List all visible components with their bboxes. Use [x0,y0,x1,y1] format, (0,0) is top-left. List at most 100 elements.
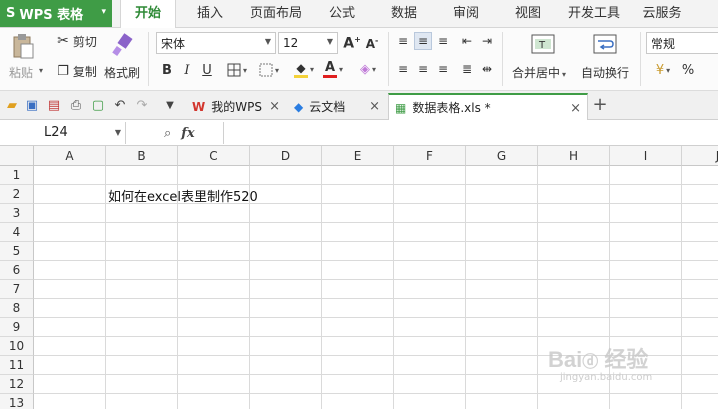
row-header[interactable]: 12 [0,375,34,394]
row-header[interactable]: 2 [0,185,34,204]
merge-center-icon-button[interactable]: T [530,32,556,56]
align-top-button[interactable]: ≡ [394,32,412,50]
print-preview-icon[interactable]: ▢ [90,97,106,113]
row-header[interactable]: 6 [0,261,34,280]
save-icon[interactable]: ▣ [24,97,40,113]
decrease-indent-button[interactable]: ⇤ [458,32,476,50]
column-header[interactable]: G [466,146,538,166]
underline-button[interactable]: U [198,60,216,80]
divider [148,32,149,86]
tab-label: 我的WPS [211,100,262,114]
undo-icon[interactable]: ↶ [112,97,128,113]
paste-button[interactable] [8,32,38,60]
menu-formula[interactable]: 公式 [320,0,364,28]
row-header[interactable]: 10 [0,337,34,356]
row-header[interactable]: 13 [0,394,34,409]
menu-page-layout[interactable]: 页面布局 [244,0,308,28]
tab-my-wps[interactable]: W 我的WPS × [186,93,286,120]
menu-cloud[interactable]: 云服务 [636,0,688,28]
row-header[interactable]: 1 [0,166,34,185]
menu-data[interactable]: 数据 [382,0,426,28]
column-header[interactable]: E [322,146,394,166]
align-bottom-button[interactable]: ≡ [434,32,452,50]
row-header[interactable]: 5 [0,242,34,261]
row-header[interactable]: 9 [0,318,34,337]
wrap-text-icon-button[interactable] [592,32,618,56]
column-header[interactable]: B [106,146,178,166]
font-size-select[interactable]: 12 ▼ [278,32,338,54]
column-header[interactable]: D [250,146,322,166]
tab-cloud-docs[interactable]: ◆ 云文档 × [288,93,386,120]
menu-view[interactable]: 视图 [506,0,550,28]
redo-icon[interactable]: ↷ [134,97,150,113]
new-tab-icon[interactable]: + [592,94,608,115]
bold-button[interactable]: B [158,60,176,80]
distribute-button[interactable]: ⇹ [478,60,496,78]
column-header[interactable]: A [34,146,106,166]
menu-home[interactable]: 开始 [120,0,176,29]
chevron-down-icon: ▾ [562,70,567,79]
italic-button[interactable]: I [178,60,196,80]
column-header[interactable]: J [682,146,718,166]
column-header[interactable]: I [610,146,682,166]
app-menu-button[interactable]: S WPS 表格 ▾ [0,0,112,27]
format-painter-label: 格式刷 [104,66,141,80]
decrease-font-button[interactable]: A- [363,33,381,53]
cell-b2[interactable]: 如何在excel表里制作520 [108,186,258,205]
align-left-button[interactable]: ≡ [394,60,412,78]
cell-style-button[interactable]: ▾ [254,60,284,80]
customize-toolbar-icon[interactable]: ▼ [162,97,178,113]
border-button[interactable]: ▾ [222,60,252,80]
chevron-down-icon: ▾ [274,65,279,75]
insert-function-button[interactable]: fx [181,126,194,141]
column-header[interactable]: F [394,146,466,166]
number-format-value: 常规 [651,36,676,51]
justify-button[interactable]: ≣ [458,60,476,78]
tab-spreadsheet[interactable]: ▦ 数据表格.xls * × [388,93,588,120]
align-center-icon: ≡ [417,62,429,76]
chevron-down-icon[interactable]: ▾ [39,66,43,75]
font-name-select[interactable]: 宋体 ▼ [156,32,276,54]
currency-button[interactable]: ¥ ▾ [648,60,678,80]
formula-input[interactable] [226,122,716,144]
row-header[interactable]: 3 [0,204,34,223]
copy-button[interactable]: ❐ 复制 [52,62,102,80]
row-header[interactable]: 7 [0,280,34,299]
cut-button[interactable]: ✂ 剪切 [52,32,102,50]
coins-icon: ¥ [655,62,665,78]
fill-color-button[interactable]: ◆ ▾ [288,58,320,80]
format-painter-button[interactable] [108,32,136,58]
increase-font-button[interactable]: A+ [343,33,361,53]
close-icon[interactable]: × [570,101,581,116]
align-right-button[interactable]: ≡ [434,60,452,78]
open-folder-icon[interactable]: ▰ [4,97,20,113]
close-icon[interactable]: × [369,99,380,114]
eraser-icon: ◈ [359,61,370,77]
menu-developer[interactable]: 开发工具 [562,0,626,28]
row-header[interactable]: 4 [0,223,34,242]
print-icon[interactable]: ⎙ [68,97,84,113]
paste-label: 粘贴 [9,66,34,80]
wrap-text-label[interactable]: 自动换行 [581,64,629,81]
clear-format-button[interactable]: ◈ ▾ [354,58,382,80]
spreadsheet-file-icon: ▦ [395,100,407,115]
increase-indent-button[interactable]: ⇥ [478,32,496,50]
decrease-font-icon: A- [365,35,379,51]
name-box[interactable]: L24 ▼ [0,122,126,144]
menu-review[interactable]: 审阅 [444,0,488,28]
select-all-corner[interactable] [0,146,34,166]
close-icon[interactable]: × [269,99,280,114]
row-header[interactable]: 8 [0,299,34,318]
zoom-search-icon[interactable]: ⌕ [164,126,171,141]
row-header[interactable]: 11 [0,356,34,375]
font-color-button[interactable]: A ▾ [318,58,348,80]
merge-center-button[interactable]: 合并居中 ▾ [512,64,566,81]
column-header[interactable]: H [538,146,610,166]
percent-button[interactable]: % [680,60,696,80]
number-format-select[interactable]: 常规 [646,32,718,54]
menu-insert[interactable]: 插入 [186,0,234,28]
column-header[interactable]: C [178,146,250,166]
align-middle-button[interactable]: ≡ [414,32,432,50]
align-center-button[interactable]: ≡ [414,60,432,78]
export-pdf-icon[interactable]: ▤ [46,97,62,113]
